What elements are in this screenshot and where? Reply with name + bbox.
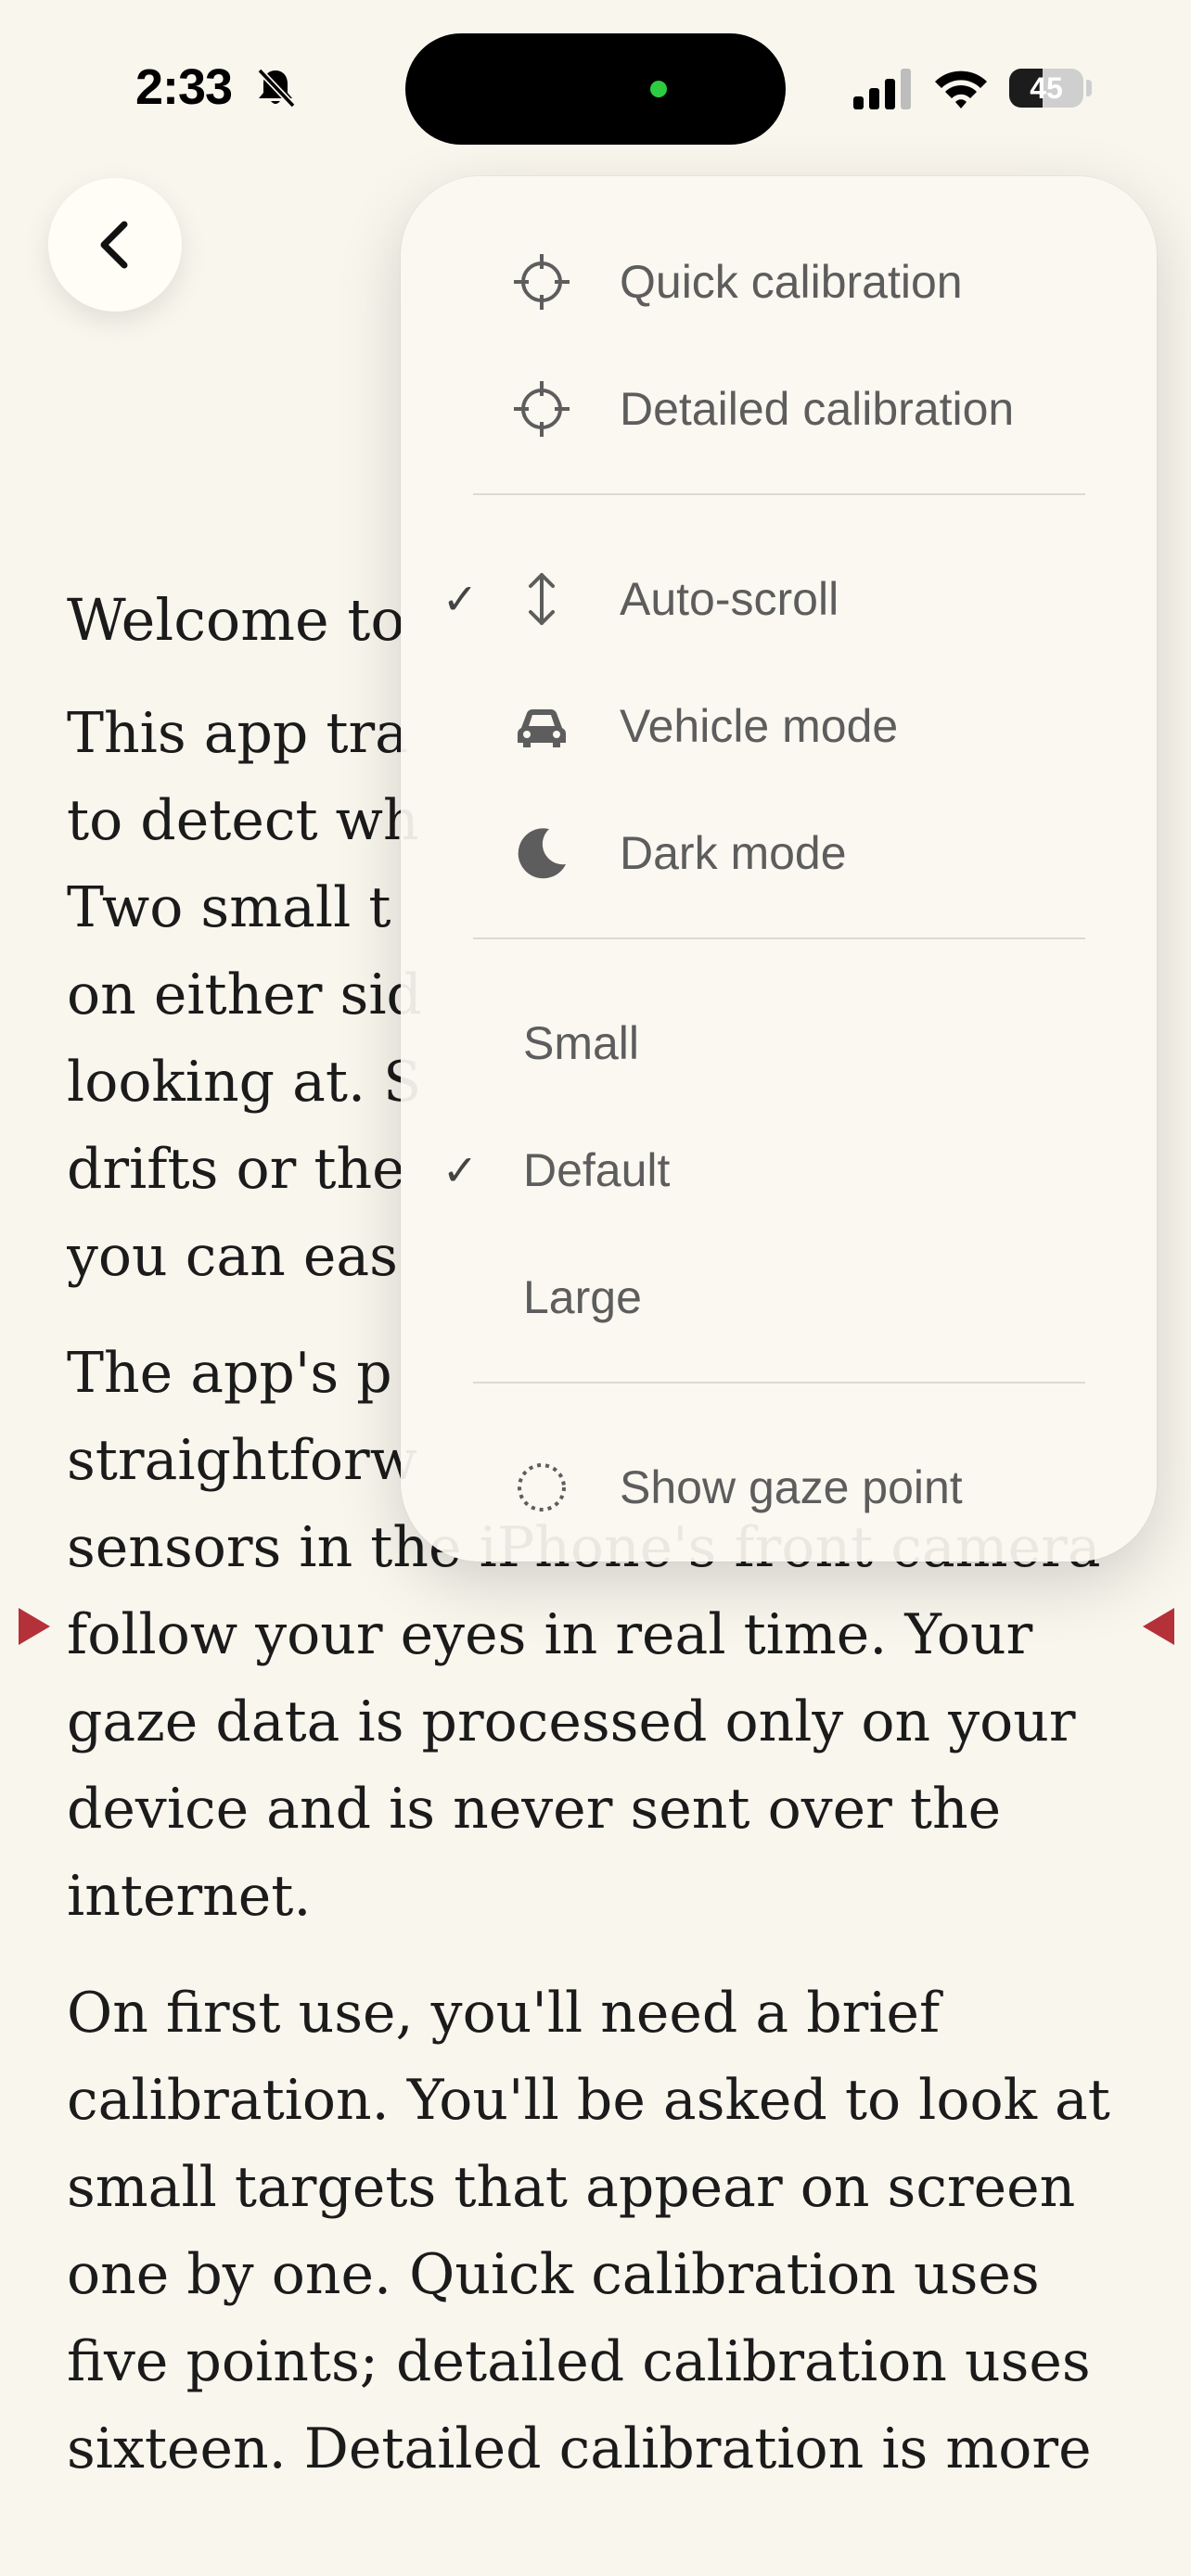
menu-item-detailed-calibration[interactable]: Detailed calibration [401, 358, 1157, 460]
options-menu: Quick calibration Detailed calibration ✓… [401, 176, 1157, 1562]
battery-level-text: 45 [1030, 71, 1063, 105]
menu-item-label: Vehicle mode [620, 700, 899, 752]
menu-item-label: Quick calibration [620, 256, 963, 308]
dotted-circle-icon [518, 1463, 566, 1511]
status-time: 2:33 [135, 59, 233, 115]
menu-item-label: Small [523, 1017, 640, 1069]
moon-icon [518, 828, 566, 879]
menu-item-auto-scroll[interactable]: ✓ Auto-scroll [401, 548, 1157, 650]
car-icon [518, 709, 566, 747]
dynamic-island [405, 33, 786, 145]
article-paragraph-3: On first use, you'll need a brief calibr… [67, 1981, 1110, 2468]
battery-indicator: 45 [1009, 69, 1083, 108]
menu-item-size-large[interactable]: Large [401, 1246, 1157, 1348]
vertical-arrows-icon [529, 573, 555, 625]
wifi-icon [935, 70, 987, 108]
crosshair-icon [514, 381, 570, 437]
menu-item-dark-mode[interactable]: Dark mode [401, 802, 1157, 904]
menu-item-label: Dark mode [620, 827, 847, 879]
menu-item-label: Detailed calibration [620, 383, 1015, 435]
menu-item-label: Large [523, 1271, 642, 1323]
camera-indicator-dot [650, 81, 667, 97]
menu-item-label: Auto-scroll [620, 573, 839, 625]
menu-divider [473, 937, 1085, 939]
chevron-left-icon [100, 221, 128, 269]
menu-item-quick-calibration[interactable]: Quick calibration [401, 231, 1157, 333]
checkmark-icon: ✓ [442, 575, 479, 623]
menu-divider [473, 1382, 1085, 1384]
menu-item-size-default[interactable]: ✓ Default [401, 1119, 1157, 1221]
crosshair-icon [514, 254, 570, 310]
cellular-signal-icon [853, 69, 911, 109]
gaze-marker-left-icon [19, 1608, 50, 1645]
menu-divider [473, 493, 1085, 495]
bottom-margin [0, 2468, 1191, 2576]
battery-tip [1086, 80, 1092, 96]
gaze-marker-right-icon [1143, 1608, 1174, 1645]
checkmark-icon: ✓ [442, 1146, 479, 1194]
menu-item-vehicle-mode[interactable]: Vehicle mode [401, 675, 1157, 777]
bell-slash-icon [257, 68, 296, 108]
back-button[interactable] [48, 178, 182, 312]
menu-item-size-small[interactable]: Small [401, 992, 1157, 1094]
menu-item-label: Show gaze point [620, 1461, 963, 1513]
menu-item-show-gaze-point[interactable]: Show gaze point [401, 1436, 1157, 1538]
menu-item-label: Default [523, 1144, 671, 1196]
